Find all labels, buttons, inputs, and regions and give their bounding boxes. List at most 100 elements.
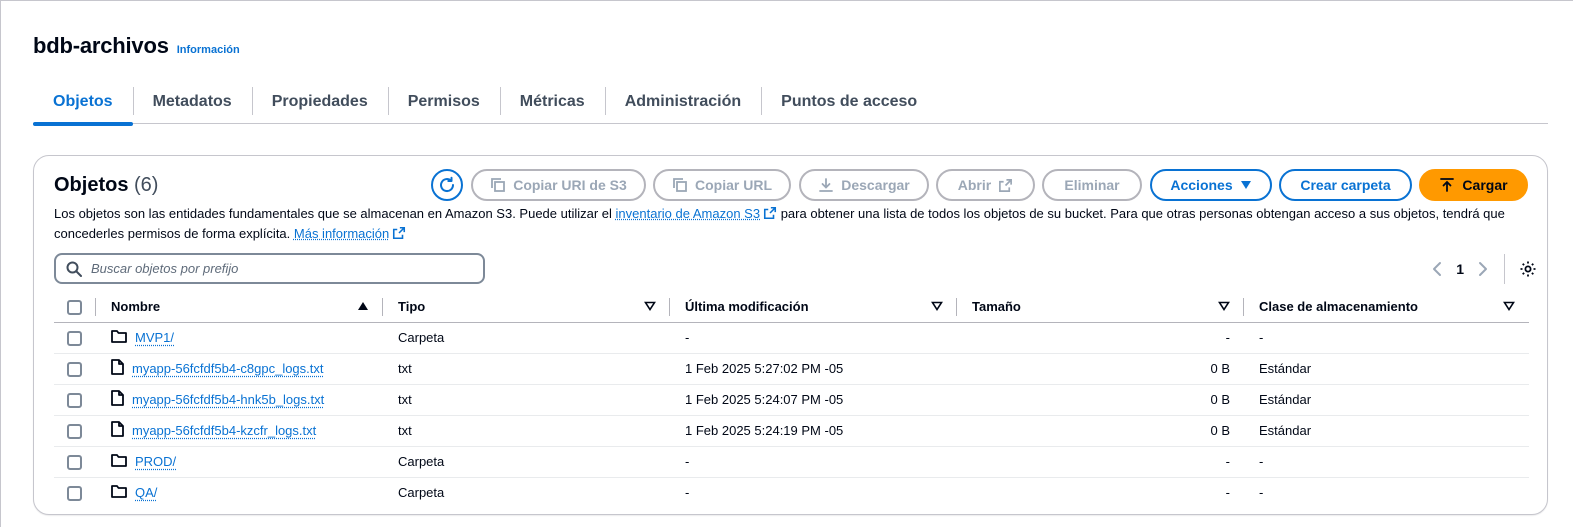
panel-title-text: Objetos	[54, 174, 129, 196]
page-number[interactable]: 1	[1456, 261, 1464, 277]
object-name-link[interactable]: myapp-56fcfdf5b4-kzcfr_logs.txt	[132, 423, 316, 438]
upload-icon	[1440, 178, 1455, 192]
row-checkbox[interactable]	[67, 423, 82, 439]
chevron-left-icon[interactable]	[1432, 261, 1442, 277]
table-row[interactable]: myapp-56fcfdf5b4-c8gpc_logs.txt txt 1 Feb …	[54, 353, 1529, 385]
modified-cell: -	[670, 322, 957, 354]
name-cell: MVP1/	[96, 322, 383, 354]
select-all-checkbox[interactable]	[67, 299, 82, 315]
column-header-storage-class[interactable]: Clase de almacenamiento	[1244, 292, 1529, 323]
tab-bar: Objetos Metadatos Propiedades Permisos M…	[33, 80, 1548, 126]
table-row[interactable]: myapp-56fcfdf5b4-kzcfr_logs.txt txt 1 Feb …	[54, 415, 1529, 447]
chevron-right-icon[interactable]	[1478, 261, 1488, 277]
column-header-type[interactable]: Tipo	[383, 292, 670, 323]
table-row[interactable]: myapp-56fcfdf5b4-hnk5b_logs.txt txt 1 Feb …	[54, 384, 1529, 416]
copy-url-label: Copiar URL	[695, 177, 772, 193]
table-row[interactable]: QA/Carpeta - - -	[54, 477, 1529, 508]
size-cell: -	[957, 446, 1244, 478]
modified-cell: 1 Feb 2025 5:24:19 PM -05	[670, 415, 957, 447]
sort-icon	[1218, 301, 1230, 311]
sort-ascending-icon	[358, 302, 368, 310]
row-checkbox[interactable]	[67, 330, 82, 346]
open-label: Abrir	[957, 177, 992, 193]
info-link[interactable]: Información	[177, 44, 240, 56]
object-name-link[interactable]: PROD/	[135, 454, 176, 469]
folder-icon	[111, 484, 127, 501]
pager-divider	[1504, 254, 1505, 284]
object-name-link[interactable]: QA/	[135, 485, 157, 500]
tab-objetos[interactable]: Objetos	[33, 80, 133, 126]
learn-more-link[interactable]: Más información	[294, 226, 389, 241]
size-cell: 0 B	[957, 384, 1244, 416]
delete-button[interactable]: Eliminar	[1042, 169, 1142, 201]
search-input[interactable]	[91, 261, 471, 276]
row-select-cell	[54, 446, 96, 478]
create-folder-button[interactable]: Crear carpeta	[1279, 169, 1412, 201]
sort-icon	[931, 301, 943, 311]
type-cell: Carpeta	[383, 322, 670, 354]
table-row[interactable]: PROD/Carpeta - - -	[54, 446, 1529, 478]
name-cell: myapp-56fcfdf5b4-kzcfr_logs.txt	[96, 415, 383, 447]
upload-label: Cargar	[1462, 177, 1508, 193]
gear-icon[interactable]	[1519, 260, 1537, 278]
inventory-link[interactable]: inventario de Amazon S3	[616, 206, 761, 221]
storage-class-cell: -	[1244, 322, 1529, 354]
select-all-cell	[54, 292, 96, 323]
modified-cell: 1 Feb 2025 5:24:07 PM -05	[670, 384, 957, 416]
objects-panel: Objetos (6) Copiar URI de S3 Copiar URL …	[33, 155, 1548, 515]
row-checkbox[interactable]	[67, 485, 82, 501]
pagination: 1	[1432, 254, 1537, 284]
row-checkbox[interactable]	[67, 361, 82, 377]
tab-puntos-de-acceso[interactable]: Puntos de acceso	[761, 80, 937, 124]
refresh-icon	[440, 176, 455, 193]
copy-s3-uri-button[interactable]: Copiar URI de S3	[471, 169, 646, 201]
size-cell: -	[957, 322, 1244, 354]
type-cell: Carpeta	[398, 485, 445, 501]
modified-cell: -	[670, 446, 957, 478]
file-icon	[111, 359, 124, 378]
tab-administracion[interactable]: Administración	[604, 80, 761, 124]
delete-label: Eliminar	[1064, 177, 1120, 193]
tab-metricas[interactable]: Métricas	[499, 80, 605, 124]
description-text-1: Los objetos son las entidades fundamenta…	[54, 206, 616, 221]
upload-button[interactable]: Cargar	[1419, 169, 1528, 201]
storage-class-cell: -	[1259, 485, 1264, 501]
row-select-cell	[54, 384, 96, 416]
tab-propiedades[interactable]: Propiedades	[251, 80, 388, 124]
column-header-size[interactable]: Tamaño	[957, 292, 1244, 323]
row-checkbox[interactable]	[67, 454, 82, 470]
type-cell: txt	[383, 384, 670, 416]
tab-metadatos[interactable]: Metadatos	[132, 80, 252, 124]
column-header-name[interactable]: Nombre	[96, 292, 383, 323]
type-cell: txt	[383, 353, 670, 385]
object-name-link[interactable]: myapp-56fcfdf5b4-hnk5b_logs.txt	[132, 392, 324, 407]
actions-label: Acciones	[1170, 177, 1233, 193]
file-icon	[111, 390, 124, 409]
modified-cell: -	[685, 485, 690, 501]
object-name-link[interactable]: myapp-56fcfdf5b4-c8gpc_logs.txt	[132, 361, 324, 376]
column-size-label: Tamaño	[972, 299, 1021, 315]
object-name-link[interactable]: MVP1/	[135, 330, 174, 345]
name-cell: myapp-56fcfdf5b4-c8gpc_logs.txt	[96, 353, 383, 385]
actions-dropdown-button[interactable]: Acciones	[1150, 169, 1272, 201]
copy-s3-uri-label: Copiar URI de S3	[513, 177, 627, 193]
tab-permisos[interactable]: Permisos	[387, 80, 500, 124]
open-button[interactable]: Abrir	[936, 169, 1035, 201]
row-checkbox[interactable]	[67, 392, 82, 408]
row-select-cell	[54, 477, 96, 508]
size-cell: 0 B	[957, 353, 1244, 385]
refresh-button[interactable]	[431, 169, 463, 201]
search-icon	[66, 261, 82, 277]
download-button[interactable]: Descargar	[799, 169, 929, 201]
download-label: Descargar	[841, 177, 910, 193]
search-box	[54, 253, 485, 284]
column-header-modified[interactable]: Última modificación	[670, 292, 957, 323]
panel-title: Objetos (6)	[54, 174, 158, 197]
storage-class-cell: Estándar	[1244, 353, 1529, 385]
storage-class-cell: Estándar	[1244, 415, 1529, 447]
row-select-cell	[54, 353, 96, 385]
table-row[interactable]: MVP1/Carpeta - - -	[54, 322, 1529, 354]
copy-url-button[interactable]: Copiar URL	[653, 169, 791, 201]
name-cell: PROD/	[96, 446, 383, 478]
size-cell: -	[1225, 485, 1230, 501]
